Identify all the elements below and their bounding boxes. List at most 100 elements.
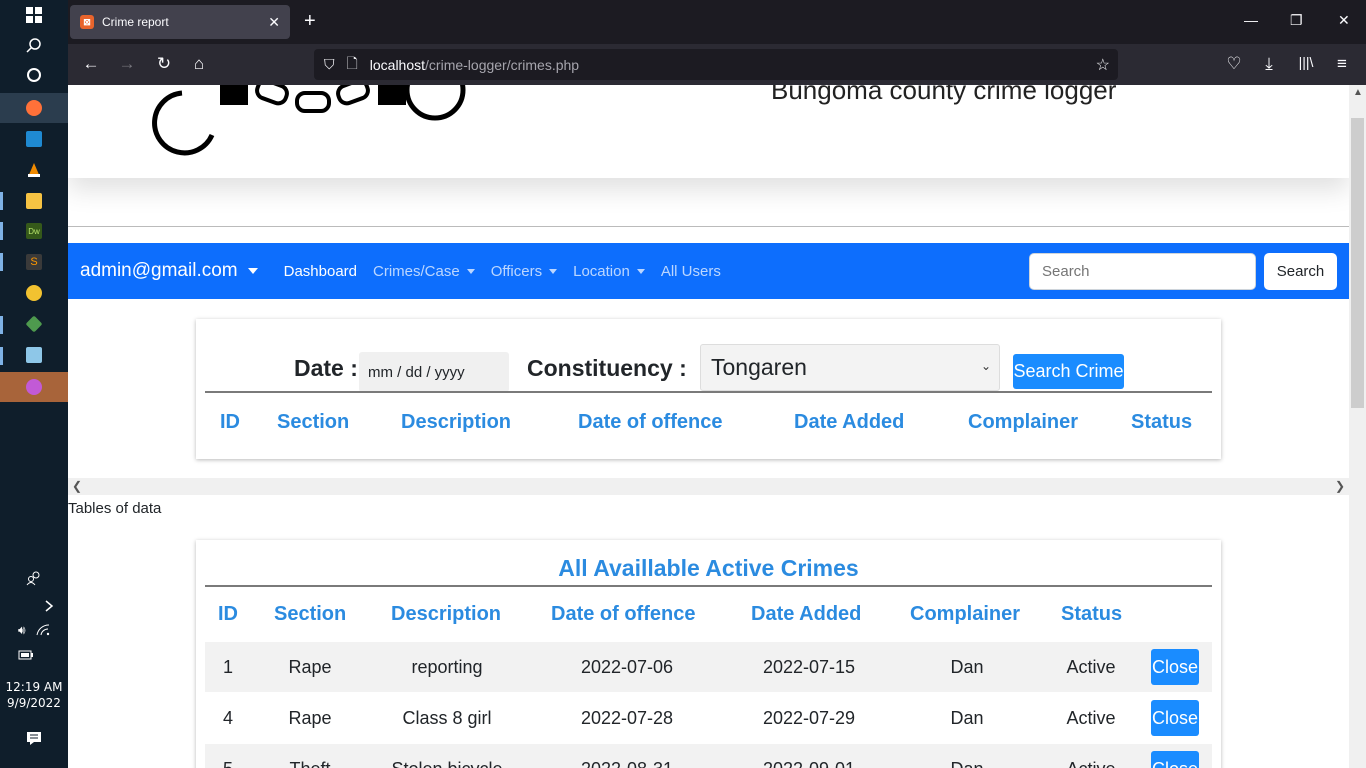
close-case-button[interactable]: Close — [1151, 751, 1199, 768]
cell-date-added: 2022-07-29 — [762, 707, 856, 728]
vlc-cone-icon — [28, 163, 40, 177]
cell-section: Rape — [288, 707, 332, 728]
nav-location-dropdown[interactable]: Location — [573, 263, 645, 280]
site-header: Bungoma county crime logger — [68, 85, 1349, 178]
taskbar-firefox[interactable] — [0, 93, 68, 123]
user-dropdown[interactable]: admin@gmail.com — [80, 260, 258, 282]
cell-id: 5 — [205, 744, 251, 768]
tables-label: Tables of data — [68, 500, 162, 517]
cell-id: 4 — [222, 707, 233, 728]
horizontal-scrollbar[interactable]: ❮ ❯ — [68, 478, 1349, 495]
cell-status: Active — [1066, 707, 1116, 728]
taskbar-app[interactable] — [0, 278, 68, 308]
downloads-icon[interactable]: ⤓ — [1258, 54, 1280, 74]
chevron-down-icon: ⌄ — [980, 359, 991, 373]
clock-time: 12:19 AM — [5, 680, 63, 694]
cell-id: 1 — [222, 656, 233, 677]
scroll-right-icon[interactable]: ❯ — [1335, 479, 1345, 493]
tab-close-icon[interactable]: ✕ — [268, 14, 280, 31]
taskbar-file-explorer[interactable] — [0, 186, 68, 216]
search-crime-button[interactable]: Search Crime — [1013, 354, 1124, 389]
date-placeholder: mm / dd / yyyy — [368, 363, 465, 381]
date-input[interactable]: mm / dd / yyyy — [359, 352, 509, 392]
taskbar-git[interactable] — [0, 309, 68, 339]
cell-description: Stolen bicycle — [377, 744, 517, 768]
crimes-header-id: ID — [218, 603, 238, 625]
constituency-select[interactable]: Tongaren ⌄ — [700, 344, 1000, 391]
window-close-button[interactable]: ✕ — [1338, 12, 1350, 29]
new-tab-button[interactable]: + — [304, 10, 316, 33]
task-view-button[interactable] — [0, 60, 68, 90]
navbar-search-input[interactable] — [1029, 253, 1256, 290]
firefox-developer-icon — [26, 379, 42, 395]
nav-dashboard-label: Dashboard — [283, 262, 358, 280]
cell-date-offence: 2022-08-31 — [547, 744, 707, 768]
pocket-icon[interactable]: ♡ — [1223, 54, 1245, 74]
tab-strip: ⊠ Crime report ✕ + — ❐ ✕ — [68, 0, 1366, 44]
shield-icon[interactable]: ⛉ — [324, 56, 335, 73]
table-row: 4 Rape Class 8 girl 2022-07-28 2022-07-2… — [205, 693, 1212, 743]
home-button[interactable]: ⌂ — [188, 54, 210, 74]
cortana-circle-icon — [27, 68, 41, 82]
scrollbar-thumb[interactable] — [1351, 118, 1364, 408]
library-icon[interactable]: |||\ — [1295, 54, 1317, 70]
close-case-button[interactable]: Close — [1151, 649, 1199, 685]
filter-header-id: ID — [220, 411, 240, 433]
browser-toolbar: ← → ↻ ⌂ ⛉ 🗋︎ localhost/crime-logger/crim… — [68, 44, 1366, 85]
browser-tab[interactable]: ⊠ Crime report ✕ — [70, 5, 290, 39]
volume-icon: 🔊︎ — [18, 622, 26, 637]
menu-icon[interactable]: ≡ — [1331, 54, 1353, 74]
nav-all-users[interactable]: All Users — [661, 263, 721, 280]
people-icon — [26, 571, 40, 586]
action-center-button[interactable] — [0, 723, 68, 753]
url-path: /crime-logger/crimes.php — [425, 56, 580, 73]
scroll-left-icon[interactable]: ❮ — [72, 479, 82, 493]
table-row: 1 Rape reporting 2022-07-06 2022-07-15 D… — [205, 642, 1212, 692]
minimize-button[interactable]: — — [1244, 12, 1258, 28]
taskbar-vscode[interactable] — [0, 124, 68, 154]
nav-officers-dropdown[interactable]: Officers — [491, 263, 558, 280]
cell-section: Theft — [260, 744, 360, 768]
reload-button[interactable]: ↻ — [153, 54, 175, 74]
taskbar-notepad[interactable] — [0, 340, 68, 370]
filter-header-complainer: Complainer — [968, 411, 1079, 433]
dreamweaver-icon: Dw — [26, 223, 42, 239]
scroll-up-icon[interactable]: ▲ — [1353, 87, 1363, 98]
address-bar[interactable]: ⛉ 🗋︎ localhost/crime-logger/crimes.php ☆ — [314, 49, 1118, 80]
filter-header-date-offence: Date of offence — [578, 411, 723, 433]
taskbar-sublime[interactable]: S — [0, 247, 68, 277]
crimes-header-section: Section — [274, 603, 347, 625]
cell-status: Active — [1041, 744, 1141, 768]
url-host: localhost — [369, 56, 426, 73]
windows-logo-icon — [26, 7, 42, 23]
tray-battery[interactable] — [0, 640, 68, 670]
people-button[interactable] — [0, 563, 68, 593]
notification-icon — [27, 732, 41, 745]
close-case-button[interactable]: Close — [1151, 700, 1199, 736]
filter-header-date-added: Date Added — [794, 411, 905, 433]
sublime-text-icon: S — [26, 254, 42, 270]
app-navbar: admin@gmail.com Dashboard Crimes/Case Of… — [68, 243, 1349, 299]
cell-date-added: 2022-09-01 — [729, 744, 889, 768]
navbar-search-button[interactable]: Search — [1264, 253, 1337, 290]
restore-button[interactable]: ❐ — [1290, 12, 1303, 29]
vertical-scrollbar[interactable]: ▲ — [1349, 85, 1366, 768]
taskbar-clock[interactable]: 12:19 AM 9/9/2022 — [0, 679, 68, 711]
taskbar-dreamweaver[interactable]: Dw — [0, 216, 68, 246]
nav-dashboard[interactable]: Dashboard — [284, 263, 357, 280]
windows-start-button[interactable] — [0, 0, 68, 30]
crimes-header-complainer: Complainer — [910, 603, 1021, 625]
taskbar-vlc[interactable] — [0, 155, 68, 185]
table-row: 5 Theft Stolen bicycle 2022-08-31 2022-0… — [205, 744, 1212, 768]
bookmark-star-icon[interactable]: ☆ — [1096, 55, 1110, 75]
site-title: Bungoma county crime logger — [771, 85, 1117, 105]
nav-crimes-dropdown[interactable]: Crimes/Case — [373, 263, 475, 280]
taskbar-search-button[interactable] — [0, 30, 68, 60]
forward-button[interactable]: → — [116, 54, 138, 74]
crimes-header-date-offence: Date of offence — [551, 603, 696, 625]
browser-window: ⊠ Crime report ✕ + — ❐ ✕ ← → ↻ ⌂ ⛉ 🗋︎ lo… — [68, 0, 1366, 768]
filter-header-section: Section — [277, 411, 350, 433]
taskbar-firefox-dev[interactable] — [0, 372, 68, 402]
clock-date: 9/9/2022 — [7, 696, 61, 710]
back-button[interactable]: ← — [80, 54, 102, 74]
